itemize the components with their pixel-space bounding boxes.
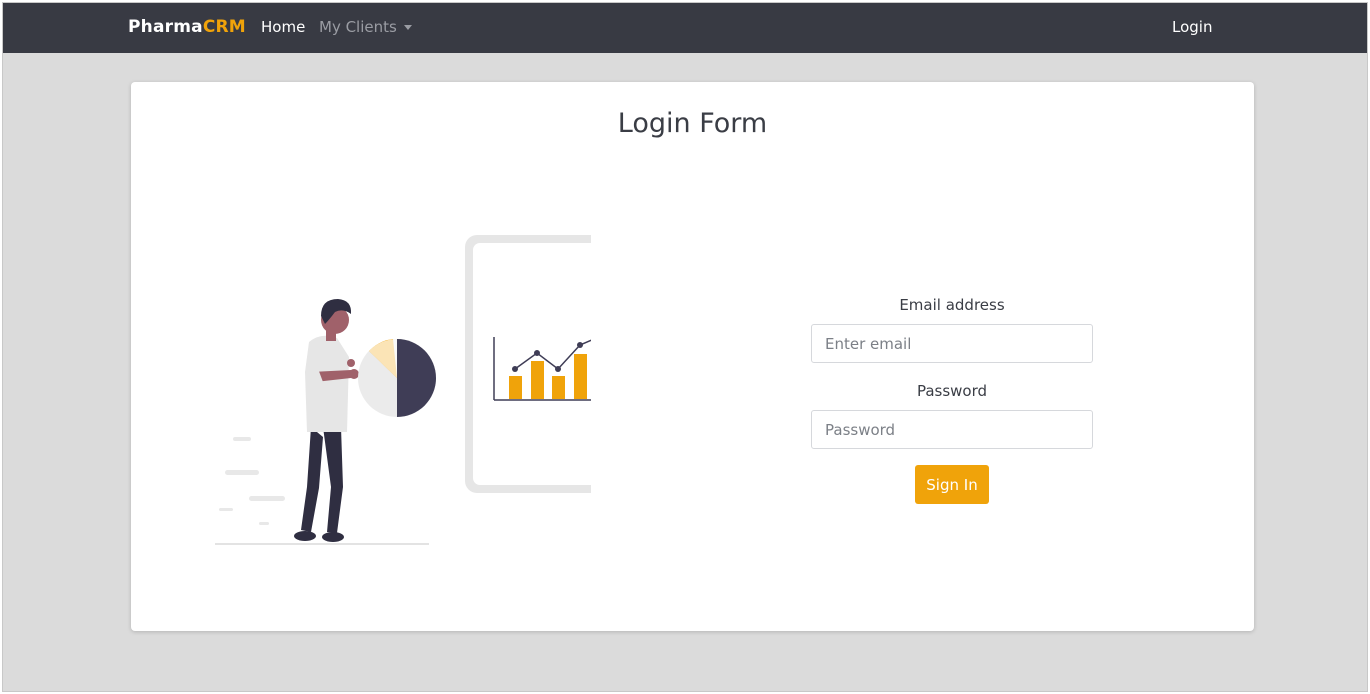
email-input[interactable] bbox=[811, 324, 1093, 363]
chevron-down-icon bbox=[403, 24, 412, 30]
brand-prefix: Pharma bbox=[128, 17, 203, 37]
brand-suffix: CRM bbox=[202, 17, 246, 37]
password-label: Password bbox=[916, 382, 988, 400]
email-label: Email address bbox=[899, 296, 1005, 314]
brand-logo[interactable]: PharmaCRM bbox=[128, 17, 246, 37]
person-figure bbox=[294, 299, 359, 542]
nav-link-login[interactable]: Login bbox=[1172, 18, 1212, 36]
login-form: Email address Password Sign In bbox=[811, 296, 1093, 504]
password-input[interactable] bbox=[811, 410, 1093, 449]
signin-button-wrapper: Sign In bbox=[811, 465, 1093, 504]
pie-chart-prop bbox=[358, 339, 436, 417]
page-frame: PharmaCRM Home My Clients Login Login Fo… bbox=[2, 2, 1368, 692]
data-analysis-illustration bbox=[215, 235, 591, 545]
navbar: PharmaCRM Home My Clients Login bbox=[3, 3, 1367, 53]
page-title: Login Form bbox=[617, 108, 768, 139]
tablet-device bbox=[465, 235, 591, 493]
field-gap bbox=[811, 363, 1093, 382]
nav-dropdown-label: My Clients bbox=[319, 18, 397, 36]
sign-in-button[interactable]: Sign In bbox=[915, 465, 989, 504]
decorative-dashes bbox=[219, 437, 285, 525]
login-card: Login Form Email address Enter email Pas… bbox=[131, 82, 1254, 631]
ground-line bbox=[215, 543, 429, 545]
nav-link-home[interactable]: Home bbox=[261, 18, 305, 36]
nav-dropdown-my-clients[interactable]: My Clients bbox=[319, 18, 412, 36]
